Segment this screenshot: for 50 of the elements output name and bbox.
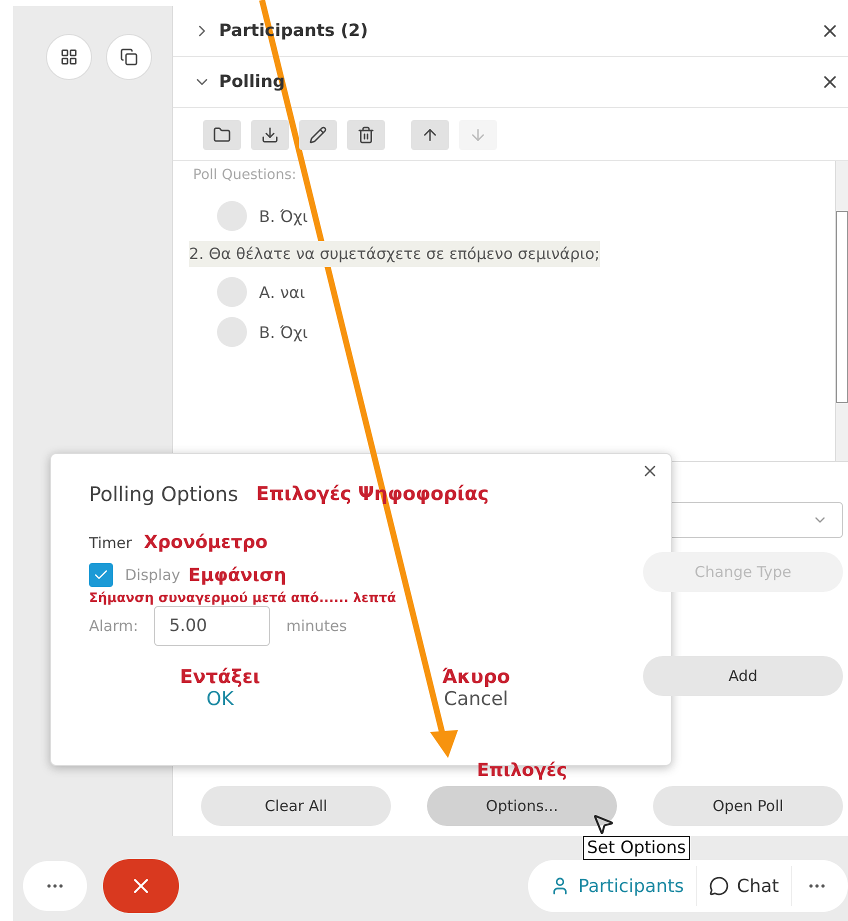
pencil-tool-button[interactable] [299, 120, 337, 150]
arrow-down-icon [469, 126, 487, 144]
section-label: Poll Questions: [193, 167, 298, 183]
answer-text: Β. Όχι [259, 322, 308, 342]
radio-button[interactable] [217, 317, 247, 347]
checkbox-label: Display [125, 566, 180, 584]
annotation-label: Άκυρο [442, 666, 510, 688]
side-action-button[interactable]: Add [643, 656, 843, 696]
radio-button[interactable] [217, 201, 247, 231]
call-tab[interactable]: Participants [538, 866, 697, 906]
speech-bubble-icon [708, 876, 729, 896]
end-call-button[interactable] [103, 859, 179, 913]
mouse-pointer-icon [591, 812, 615, 836]
download-tool-button[interactable] [251, 120, 289, 150]
alarm-input-field[interactable]: 5.00 [154, 606, 270, 646]
field-label: Alarm: [89, 617, 138, 635]
trash-icon [357, 126, 375, 144]
pop-out-button[interactable] [106, 34, 152, 80]
download-icon [261, 126, 279, 144]
stacked-windows-icon [120, 48, 138, 66]
annotation-label: Σήμανση συναγερμού μετά από...... λεπτά [89, 591, 398, 606]
answer-text: Α. ναι [259, 282, 306, 302]
dialog-title: Polling Options [89, 482, 238, 506]
question-text: 2. Θα θέλατε να συμετάσχετε σε επόμενο σεμινάριο; [189, 241, 600, 267]
radio-button[interactable] [217, 277, 247, 307]
folder-tool-button[interactable] [203, 120, 241, 150]
checkbox[interactable] [89, 563, 113, 587]
trash-tool-button[interactable] [347, 120, 385, 150]
dialog-button[interactable]: OK [206, 688, 234, 710]
answer-text: Β. Όχι [259, 206, 308, 226]
poll-action-button[interactable]: Options... [427, 786, 617, 826]
grid-icon [60, 48, 78, 66]
grid-view-button[interactable] [46, 34, 92, 80]
annotation-label: Χρονόμετρο [144, 532, 268, 553]
more-icon [47, 884, 63, 888]
annotation-label: Εντάξει [180, 666, 260, 688]
section-label: Timer [89, 534, 132, 552]
more-icon [809, 884, 825, 888]
annotation-label: Επιλογές [476, 760, 568, 781]
scrollbar[interactable] [835, 161, 848, 461]
call-tab[interactable]: Chat [696, 866, 792, 906]
folder-icon [213, 126, 231, 144]
unit-label: minutes [286, 617, 347, 635]
up-tool-button[interactable] [411, 120, 449, 150]
pencil-icon [309, 126, 327, 144]
poll-action-button[interactable]: Clear All [201, 786, 391, 826]
annotation-label: Εμφάνιση [188, 564, 286, 586]
poll-action-button[interactable]: Open Poll [653, 786, 843, 826]
dialog-button[interactable]: Cancel [444, 688, 508, 710]
tooltip: Set Options [583, 836, 690, 860]
